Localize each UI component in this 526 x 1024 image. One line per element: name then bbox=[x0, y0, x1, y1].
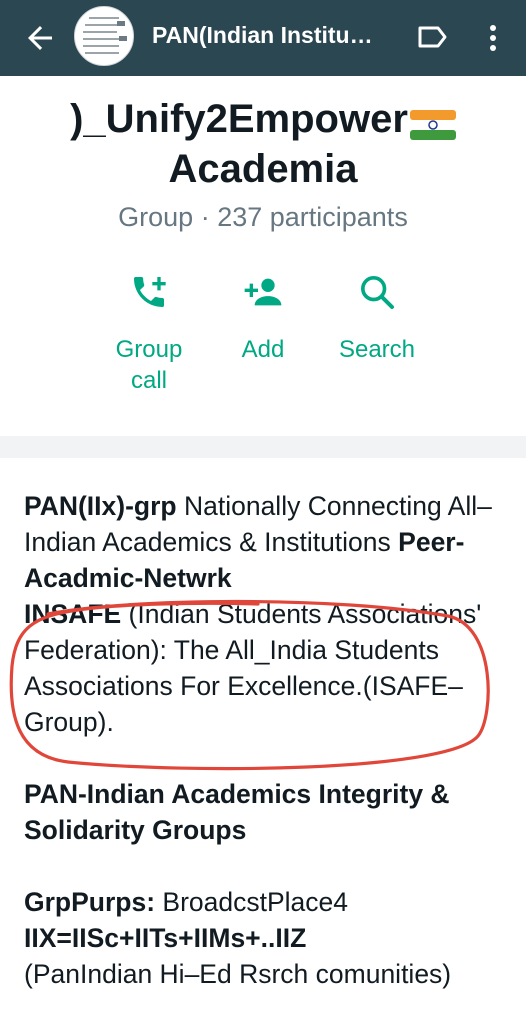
add-button[interactable]: Add bbox=[198, 272, 328, 365]
desc-bold-5: GrpPurps: bbox=[24, 887, 156, 917]
desc-bold-3: INSAFE bbox=[24, 599, 122, 629]
search-icon bbox=[361, 276, 394, 309]
group-name-line2: Academia bbox=[168, 147, 358, 191]
group-description: PAN(IIx)-grp Nationally Connecting All–I… bbox=[0, 458, 526, 1024]
search-button[interactable]: Search bbox=[312, 272, 442, 365]
add-label: Add bbox=[241, 336, 285, 363]
group-name: )_Unify2Empower Academia bbox=[0, 94, 526, 194]
person-add-icon bbox=[244, 278, 282, 306]
action-row: Group call Add Search bbox=[0, 272, 526, 412]
desc-bold-4: PAN-Indian Academics Integrity & Solidar… bbox=[24, 779, 450, 845]
desc-bold-6: IIX=IISc+IITs+IIMs+..IIZ bbox=[24, 923, 307, 953]
description-paragraph-1: PAN(IIx)-grp Nationally Connecting All–I… bbox=[24, 488, 514, 740]
chat-title[interactable]: PAN(Indian Institu… bbox=[152, 22, 388, 49]
desc-bold-1: PAN(IIx)-grp bbox=[24, 491, 177, 521]
indian-flag-icon bbox=[409, 102, 456, 141]
group-call-button[interactable]: Group call bbox=[84, 272, 214, 396]
group-header: )_Unify2Empower Academia Group · 237 par… bbox=[0, 76, 526, 436]
label-icon[interactable] bbox=[416, 22, 450, 52]
group-avatar[interactable] bbox=[74, 6, 134, 66]
add-call-icon bbox=[134, 277, 166, 307]
group-participants: Group · 237 participants bbox=[118, 202, 408, 232]
group-call-label-1: Group bbox=[115, 336, 183, 363]
group-name-line1: )_Unify2Empower bbox=[70, 97, 408, 141]
more-vert-icon[interactable] bbox=[478, 20, 508, 56]
description-paragraph-2: PAN-Indian Academics Integrity & Solidar… bbox=[24, 776, 514, 848]
group-call-label-2: call bbox=[130, 367, 167, 394]
desc-text-4: (PanIndian Hi–Ed Rsrch comunities) bbox=[24, 959, 452, 989]
app-bar: PAN(Indian Institu… bbox=[0, 0, 526, 76]
description-paragraph-3: GrpPurps: BroadcstPlace4 IIX=IISc+IITs+II… bbox=[24, 884, 514, 992]
search-label: Search bbox=[338, 336, 416, 363]
desc-text-3: BroadcstPlace4 bbox=[155, 887, 349, 917]
back-arrow-icon[interactable] bbox=[22, 20, 58, 56]
description-text: PAN(IIx)-grp Nationally Connecting All–I… bbox=[24, 488, 514, 992]
